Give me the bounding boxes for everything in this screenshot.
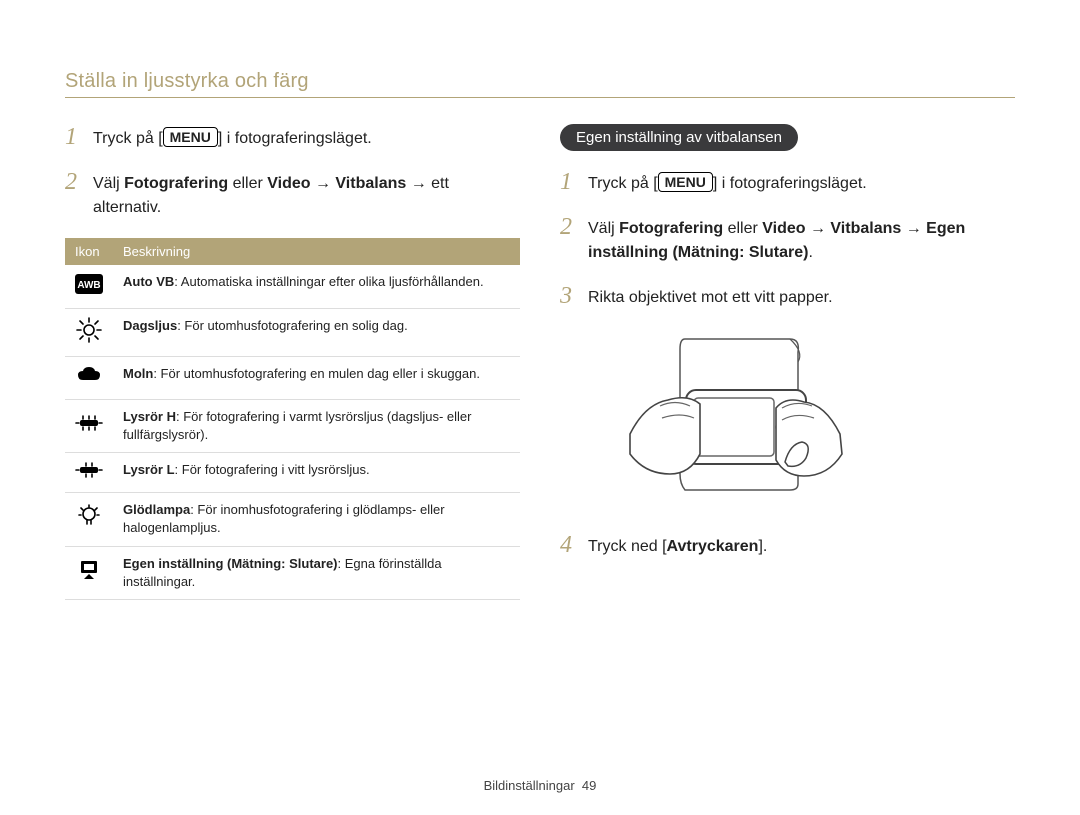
bold-text: Vitbalans xyxy=(830,220,901,237)
desc-title: Lysrör H xyxy=(123,409,176,424)
white-balance-table: Ikon Beskrivning AWB Auto VB: Automatiska… xyxy=(65,238,520,600)
bold-text: Fotografering xyxy=(124,175,228,192)
text: ]. xyxy=(758,538,767,555)
bold-text: Video xyxy=(267,175,310,192)
desc-text: : För fotografering i vitt lysrörsljus. xyxy=(175,462,370,477)
right-step-3: 3 Rikta objektivet mot ett vitt papper. xyxy=(560,283,1015,310)
text: Tryck på [ xyxy=(93,130,163,147)
table-row: Egen inställning (Mätning: Slutare): Egn… xyxy=(65,546,520,599)
step-number: 1 xyxy=(65,124,83,151)
table-desc: Lysrör H: För fotografering i varmt lysr… xyxy=(113,399,520,452)
svg-text:AWB: AWB xyxy=(77,280,100,291)
desc-text: : Automatiska inställningar efter olika … xyxy=(174,274,483,289)
desc-title: Lysrör L xyxy=(123,462,175,477)
bulb-icon xyxy=(65,493,113,546)
desc-text: : För utomhusfotografering en mulen dag … xyxy=(153,366,480,381)
step-number: 4 xyxy=(560,532,578,559)
page-footer: Bildinställningar 49 xyxy=(0,778,1080,793)
table-head-icon: Ikon xyxy=(65,238,113,265)
desc-title: Dagsljus xyxy=(123,318,177,333)
bold-text: Video xyxy=(762,220,805,237)
footer-page-number: 49 xyxy=(582,778,596,793)
arrow: → xyxy=(311,175,336,192)
text: ] i fotograferingsläget. xyxy=(218,130,372,147)
table-desc: Egen inställning (Mätning: Slutare): Egn… xyxy=(113,546,520,599)
cloud-icon xyxy=(65,357,113,399)
text: Tryck på [ xyxy=(588,175,658,192)
arrow: → xyxy=(901,220,926,237)
table-desc: Lysrör L: För fotografering i vitt lysrö… xyxy=(113,452,520,492)
table-row: Moln: För utomhusfotografering en mulen … xyxy=(65,357,520,399)
text: Välj xyxy=(588,220,619,237)
step-number: 2 xyxy=(65,169,83,220)
text: Välj xyxy=(93,175,124,192)
text: eller xyxy=(723,220,762,237)
table-desc: Auto VB: Automatiska inställningar efter… xyxy=(113,265,520,309)
step-text: Tryck på [MENU] i fotograferingsläget. xyxy=(588,169,1015,196)
bold-text: Vitbalans xyxy=(335,175,406,192)
desc-text: : För fotografering i varmt lysrörsljus … xyxy=(123,409,471,442)
step-text: Välj Fotografering eller Video → Vitbala… xyxy=(588,214,1015,265)
step-number: 3 xyxy=(560,283,578,310)
illustration-camera-paper xyxy=(590,334,880,509)
table-row: Dagsljus: För utomhusfotografering en so… xyxy=(65,309,520,357)
table-row: AWB Auto VB: Automatiska inställningar ef… xyxy=(65,265,520,309)
step-number: 1 xyxy=(560,169,578,196)
step-text: Tryck ned [Avtryckaren]. xyxy=(588,532,1015,559)
right-step-4: 4 Tryck ned [Avtryckaren]. xyxy=(560,532,1015,559)
table-desc: Dagsljus: För utomhusfotografering en so… xyxy=(113,309,520,357)
footer-label: Bildinställningar xyxy=(484,778,575,793)
right-step-2: 2 Välj Fotografering eller Video → Vitba… xyxy=(560,214,1015,265)
left-column: 1 Tryck på [MENU] i fotograferingsläget.… xyxy=(65,124,520,600)
text: eller xyxy=(228,175,267,192)
table-desc: Glödlampa: För inomhusfotografering i gl… xyxy=(113,493,520,546)
text: . xyxy=(808,244,812,261)
step-number: 2 xyxy=(560,214,578,265)
menu-button-label: MENU xyxy=(163,127,218,147)
desc-title: Auto VB xyxy=(123,274,174,289)
flH-icon xyxy=(65,399,113,452)
step-text: Välj Fotografering eller Video → Vitbala… xyxy=(93,169,520,220)
bold-text: Fotografering xyxy=(619,220,723,237)
desc-text: : För utomhusfotografering en solig dag. xyxy=(177,318,408,333)
desc-title: Egen inställning (Mätning: Slutare) xyxy=(123,556,338,571)
table-head-desc: Beskrivning xyxy=(113,238,520,265)
step-text: Tryck på [MENU] i fotograferingsläget. xyxy=(93,124,520,151)
awb-icon: AWB xyxy=(65,265,113,309)
custom-icon xyxy=(65,546,113,599)
text: Tryck ned [ xyxy=(588,538,667,555)
menu-button-label: MENU xyxy=(658,172,713,192)
step-text: Rikta objektivet mot ett vitt papper. xyxy=(588,283,1015,310)
table-row: Lysrör L: För fotografering i vitt lysrö… xyxy=(65,452,520,492)
left-step-2: 2 Välj Fotografering eller Video → Vitba… xyxy=(65,169,520,220)
right-step-1: 1 Tryck på [MENU] i fotograferingsläget. xyxy=(560,169,1015,196)
flL-icon xyxy=(65,452,113,492)
table-row: Glödlampa: För inomhusfotografering i gl… xyxy=(65,493,520,546)
page-title: Ställa in ljusstyrka och färg xyxy=(65,70,1015,98)
text: ] i fotograferingsläget. xyxy=(713,175,867,192)
table-desc: Moln: För utomhusfotografering en mulen … xyxy=(113,357,520,399)
desc-title: Glödlampa xyxy=(123,502,190,517)
desc-title: Moln xyxy=(123,366,153,381)
arrow: → xyxy=(806,220,831,237)
table-row: Lysrör H: För fotografering i varmt lysr… xyxy=(65,399,520,452)
left-step-1: 1 Tryck på [MENU] i fotograferingsläget. xyxy=(65,124,520,151)
right-column: Egen inställning av vitbalansen 1 Tryck … xyxy=(560,124,1015,600)
subsection-pill: Egen inställning av vitbalansen xyxy=(560,124,798,151)
bold-text: Avtryckaren xyxy=(667,538,759,555)
sun-icon xyxy=(65,309,113,357)
